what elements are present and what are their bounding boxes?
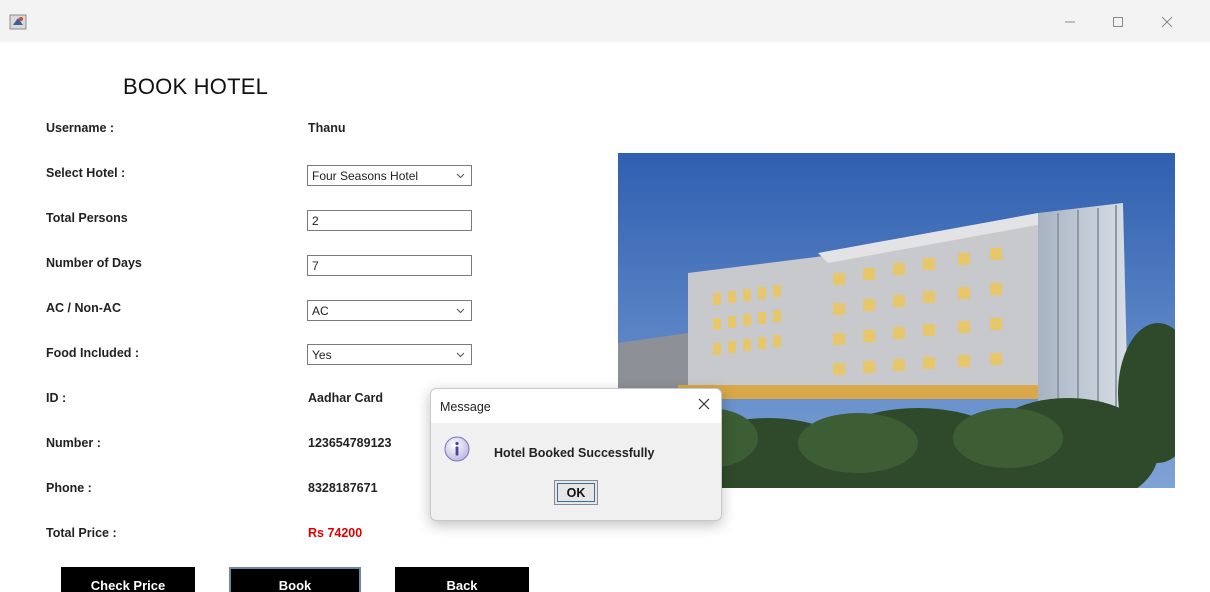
close-icon[interactable] bbox=[697, 397, 711, 411]
chevron-down-icon bbox=[456, 352, 465, 358]
number-of-days-input[interactable]: 7 bbox=[307, 255, 472, 276]
total-price-value: Rs 74200 bbox=[308, 526, 363, 540]
dialog-titlebar: Message bbox=[431, 389, 721, 423]
total-persons-input[interactable]: 2 bbox=[307, 210, 472, 231]
ok-button[interactable]: OK bbox=[554, 480, 598, 505]
username-label: Username : bbox=[46, 121, 115, 135]
maximize-icon[interactable] bbox=[1104, 10, 1132, 34]
id-value: Aadhar Card bbox=[308, 391, 384, 405]
number-label: Number : bbox=[46, 436, 101, 450]
select-hotel-label: Select Hotel : bbox=[46, 166, 126, 180]
phone-value: 8328187671 bbox=[308, 481, 378, 495]
ac-select[interactable]: AC bbox=[307, 300, 472, 321]
total-persons-label: Total Persons bbox=[46, 211, 128, 225]
info-icon bbox=[444, 436, 470, 462]
message-dialog: Message Hotel Booked Successfully OK bbox=[430, 388, 722, 521]
number-value: 123654789123 bbox=[308, 436, 392, 450]
back-button[interactable]: Back bbox=[395, 567, 529, 592]
number-of-days-label: Number of Days bbox=[46, 256, 142, 270]
book-button[interactable]: Book bbox=[229, 567, 361, 592]
close-icon[interactable] bbox=[1153, 10, 1181, 34]
page-title: BOOK HOTEL bbox=[123, 74, 269, 99]
java-cup-icon bbox=[9, 14, 27, 30]
dialog-title: Message bbox=[440, 400, 491, 414]
food-label: Food Included : bbox=[46, 346, 140, 360]
id-label: ID : bbox=[46, 391, 67, 405]
total-price-label: Total Price : bbox=[46, 526, 117, 540]
check-price-button[interactable]: Check Price bbox=[61, 567, 195, 592]
phone-label: Phone : bbox=[46, 481, 92, 495]
chevron-down-icon bbox=[456, 173, 465, 179]
ac-label: AC / Non-AC bbox=[46, 301, 121, 315]
hotel-select[interactable]: Four Seasons Hotel bbox=[307, 165, 472, 186]
food-select-value: Yes bbox=[312, 347, 332, 362]
minimize-icon[interactable] bbox=[1056, 10, 1084, 34]
food-select[interactable]: Yes bbox=[307, 344, 472, 365]
ac-select-value: AC bbox=[312, 303, 329, 318]
chevron-down-icon bbox=[456, 308, 465, 314]
window-titlebar bbox=[0, 0, 1210, 42]
hotel-select-value: Four Seasons Hotel bbox=[312, 168, 419, 183]
dialog-message: Hotel Booked Successfully bbox=[494, 446, 655, 460]
username-value: Thanu bbox=[308, 121, 346, 135]
